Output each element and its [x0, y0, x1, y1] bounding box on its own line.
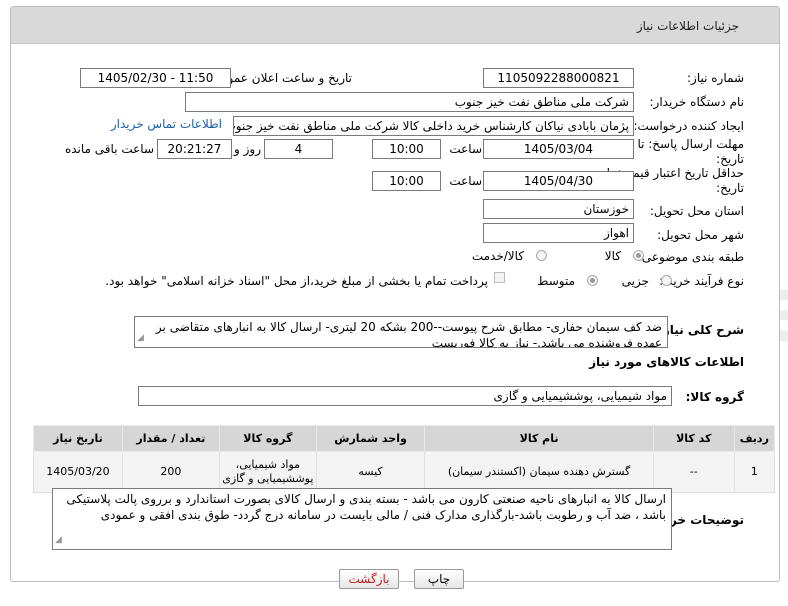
reply-time-field: 10:00	[372, 139, 441, 159]
payment-note: پرداخت تمام یا بخشی از مبلغ خرید،از محل …	[105, 274, 488, 288]
price-time-label: ساعت	[449, 174, 482, 188]
goods-group-field: مواد شیمیایی، پوششیمیایی و گازی	[138, 386, 672, 406]
price-time-field: 10:00	[372, 171, 441, 191]
city-label: شهر محل تحویل:	[657, 228, 744, 242]
reply-deadline-label: مهلت ارسال پاسخ: تا تاریخ:	[637, 137, 744, 166]
cell-quantity: 200	[121, 451, 220, 493]
category-goods-service-label: کالا/خدمت	[471, 249, 524, 263]
resize-grip-icon: ◢	[55, 535, 62, 545]
announce-field: 1405/02/30 - 11:50	[80, 68, 231, 88]
remaining-label: ساعت باقی مانده	[64, 142, 154, 156]
page-title: جزئیات اطلاعات نیاز	[636, 19, 739, 33]
days-label: روز و	[234, 142, 261, 156]
reply-date-field: 1405/03/04	[483, 139, 634, 159]
days-field: 4	[264, 139, 333, 159]
cell-code: --	[652, 451, 735, 493]
goods-table: ردیف کد کالا نام کالا واحد شمارش گروه کا…	[33, 425, 776, 493]
summary-text: ضد کف سیمان حفاری- مطابق شرح پیوست--200 …	[155, 320, 662, 348]
summary-field: ضد کف سیمان حفاری- مطابق شرح پیوست--200 …	[134, 316, 668, 348]
buyer-notes-text: ارسال کالا به انبارهای ناحیه صنعتی کارون…	[66, 492, 666, 522]
province-field: خوزستان	[483, 199, 634, 219]
cell-unit: کیسه	[315, 451, 426, 493]
summary-label: شرح کلی نیاز:	[658, 323, 744, 337]
table-header-row: ردیف کد کالا نام کالا واحد شمارش گروه کا…	[33, 425, 776, 452]
need-number-label: شماره نیاز:	[687, 71, 744, 85]
process-medium-label: متوسط	[537, 274, 575, 288]
col-header-row-number: ردیف	[733, 425, 776, 452]
col-header-group: گروه کالا	[218, 425, 317, 452]
treasury-checkbox[interactable]	[494, 272, 505, 283]
reply-time-label: ساعت	[449, 142, 482, 156]
contact-info-link[interactable]: اطلاعات تماس خریدار	[111, 117, 222, 131]
category-label: طبقه بندی موضوعی:	[637, 250, 744, 264]
col-header-need-date: تاریخ نیاز	[33, 425, 123, 452]
table-row: 1 -- گسترش دهنده سیمان (اکستندر سیمان) ک…	[33, 451, 776, 493]
col-header-code: کد کالا	[652, 425, 735, 452]
process-medium-radio[interactable]	[587, 275, 598, 286]
buyer-org-label: نام دستگاه خریدار:	[649, 95, 745, 109]
print-button[interactable]: چاپ	[414, 569, 464, 589]
creator-label: ایجاد کننده درخواست:	[633, 119, 744, 133]
col-header-unit: واحد شمارش	[315, 425, 426, 452]
cell-name: گسترش دهنده سیمان (اکستندر سیمان)	[424, 451, 654, 493]
panel-header: جزئیات اطلاعات نیاز	[11, 7, 779, 44]
buyer-org-field: شرکت ملی مناطق نفت خیز جنوب	[185, 92, 634, 112]
category-goods-label: کالا	[604, 249, 621, 263]
category-goods-radio[interactable]	[633, 250, 644, 261]
cell-need-date: 1405/03/20	[33, 451, 123, 493]
process-minor-label: جزیی	[621, 274, 649, 288]
process-minor-radio[interactable]	[661, 275, 672, 286]
category-goods-service-radio[interactable]	[536, 250, 547, 261]
cell-group: مواد شیمیایی، پوششیمیایی و گازی	[218, 451, 317, 493]
buyer-notes-field: ارسال کالا به انبارهای ناحیه صنعتی کارون…	[52, 488, 672, 550]
goods-info-title: اطلاعات کالاهای مورد نیاز	[589, 355, 744, 369]
col-header-quantity: تعداد / مقدار	[121, 425, 220, 452]
resize-grip-icon: ◢	[137, 333, 144, 343]
back-button[interactable]: بازگشت	[339, 569, 399, 589]
col-header-name: نام کالا	[424, 425, 654, 452]
remaining-time-field: 20:21:27	[157, 139, 232, 159]
price-date-field: 1405/04/30	[483, 171, 634, 191]
goods-group-label: گروه کالا:	[685, 390, 744, 404]
need-number-field: 1105092288000821	[483, 68, 634, 88]
province-label: استان محل تحویل:	[649, 204, 744, 218]
city-field: اهواز	[483, 223, 634, 243]
creator-field: پژمان بابادی نیاکان کارشناس خرید داخلی ک…	[233, 116, 634, 136]
cell-row-number: 1	[733, 451, 776, 493]
